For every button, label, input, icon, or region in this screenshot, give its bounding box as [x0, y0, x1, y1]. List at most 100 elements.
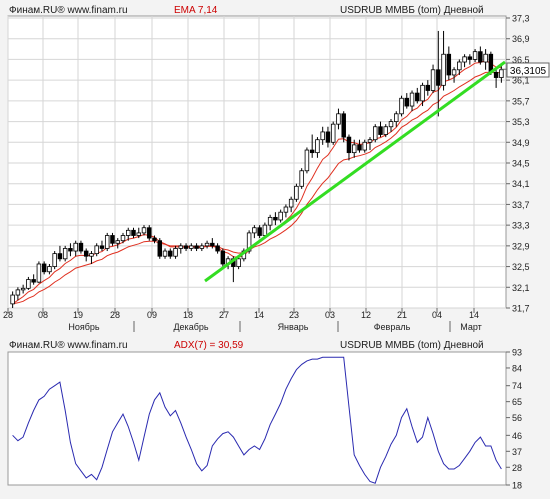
- candle-body: [304, 149, 310, 172]
- candle-body: [173, 248, 178, 257]
- adx-y-tick-label: 18: [512, 481, 522, 491]
- y-tick-label: 37,3: [512, 14, 530, 24]
- y-tick-label: 36,9: [512, 34, 530, 44]
- y-tick-label: 34,5: [512, 159, 530, 169]
- candle-body: [367, 139, 373, 143]
- candle-body: [110, 235, 115, 244]
- x-tick-label: 27: [219, 310, 229, 320]
- y-tick-label: 34,1: [512, 179, 530, 189]
- x-tick-label: 28: [3, 310, 13, 320]
- candle-body: [283, 206, 289, 213]
- candle-body: [126, 229, 131, 236]
- candle-body: [236, 258, 241, 267]
- candle-body: [478, 51, 483, 63]
- candle-body: [147, 227, 152, 239]
- candle-body: [210, 242, 215, 247]
- candle-body: [73, 242, 78, 252]
- adx-source-label: Финам.RU® www.finam.ru: [9, 340, 128, 351]
- adx-y-tick-label: 74: [512, 381, 522, 391]
- candle-body: [178, 245, 184, 249]
- candle-body: [399, 97, 404, 115]
- candle-body: [10, 294, 15, 305]
- candle: [52, 251, 57, 270]
- candle-body: [20, 287, 26, 291]
- x-tick-label: 03: [325, 310, 335, 320]
- y-tick-label: 35,7: [512, 96, 530, 106]
- candle-body: [441, 53, 446, 86]
- date-axis: 28 08 19 28 09 18 27 14 23 03 12 21 04 14 Ноябрь Декабр…: [3, 308, 482, 332]
- candle-body: [472, 51, 478, 60]
- candle: [36, 261, 42, 284]
- candle-body: [157, 240, 163, 257]
- candle-body: [162, 250, 168, 257]
- x-tick-label: 04: [432, 310, 442, 320]
- candle: [304, 147, 310, 174]
- candle: [220, 248, 226, 267]
- candle-body: [189, 245, 194, 249]
- candle-body: [78, 242, 84, 252]
- candle-body: [493, 71, 499, 78]
- candle-body: [351, 144, 357, 154]
- chart-canvas: 31,7 32,1 32,5 32,9 33,3 33,7 34,1 34,5 34,9 35,3…: [3, 5, 550, 491]
- adx-y-tick-label: 84: [512, 363, 522, 373]
- candle-body: [31, 279, 36, 283]
- candle: [330, 121, 336, 145]
- candle-body: [430, 69, 436, 91]
- candle-body: [483, 53, 488, 63]
- x-tick-label: 08: [38, 310, 48, 320]
- main-instrument-label: USDRUB ММВБ (tom) Дневной: [340, 5, 484, 16]
- candle-body: [68, 248, 73, 252]
- x-tick-label: 23: [289, 310, 299, 320]
- candle-body: [378, 126, 383, 135]
- price-axis: 31,7 32,1 32,5 32,9 33,3 33,7 34,1 34,5 34,9 35,3…: [506, 14, 530, 314]
- candle-body: [420, 84, 425, 102]
- candle-body: [252, 227, 257, 234]
- candle-body: [388, 121, 394, 128]
- candle-body: [199, 245, 205, 249]
- x-month-label: Январь: [278, 322, 309, 332]
- last-price-marker: 36,3105: [500, 62, 550, 78]
- candle-body: [83, 250, 89, 257]
- main-indicator-label: EMA 7,14: [174, 5, 218, 16]
- candle-body: [168, 250, 173, 257]
- candle-body: [451, 69, 457, 76]
- candle: [62, 245, 68, 262]
- adx-indicator-label: ADX(7) = 30,59: [174, 340, 244, 351]
- candle-body: [346, 136, 352, 154]
- candle-body: [152, 237, 157, 242]
- adx-y-tick-label: 46: [512, 431, 522, 441]
- candle-body: [131, 229, 136, 236]
- y-tick-label: 34,9: [512, 138, 530, 148]
- candle-body: [446, 53, 452, 76]
- candle-body: [294, 185, 299, 200]
- candle-body: [315, 139, 320, 154]
- candle-body: [325, 131, 331, 143]
- x-tick-label: 28: [110, 310, 120, 320]
- candle-body: [462, 56, 467, 63]
- candle-body: [383, 126, 388, 135]
- x-tick-label: 14: [469, 310, 479, 320]
- candle: [104, 232, 110, 252]
- adx-y-tick-label: 65: [512, 397, 522, 407]
- candle-body: [47, 266, 52, 273]
- x-month-label: Ноябрь: [68, 322, 100, 332]
- candle-body: [309, 149, 315, 154]
- chart-window: 31,7 32,1 32,5 32,9 33,3 33,7 34,1 34,5 34,9 35,3…: [0, 0, 550, 499]
- candle: [157, 238, 163, 259]
- candle-body: [57, 253, 63, 260]
- adx-y-tick-label: 28: [512, 463, 522, 473]
- candle-body: [99, 245, 105, 249]
- candle-body: [299, 170, 304, 187]
- candle: [299, 168, 304, 189]
- candle-body: [362, 141, 367, 151]
- candle-body: [120, 235, 126, 242]
- candle-body: [288, 198, 294, 208]
- candle-body: [273, 216, 278, 221]
- candle-body: [457, 61, 462, 71]
- candle: [373, 124, 378, 143]
- x-tick-label: 21: [397, 310, 407, 320]
- y-tick-label: 35,3: [512, 117, 530, 127]
- candle-body: [467, 56, 473, 60]
- candle-body: [36, 263, 42, 283]
- candle-body: [52, 253, 57, 267]
